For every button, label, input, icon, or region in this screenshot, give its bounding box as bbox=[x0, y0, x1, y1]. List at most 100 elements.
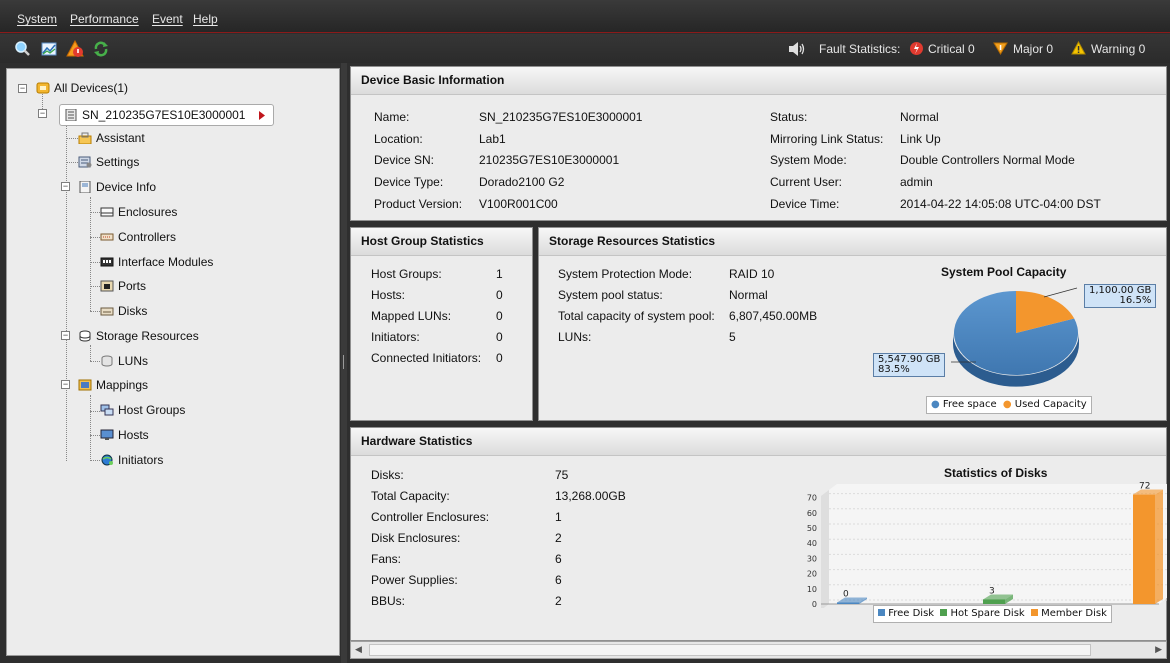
expander-storage-resources[interactable]: − bbox=[61, 331, 70, 340]
mapped-luns-label: Mapped LUNs: bbox=[371, 309, 452, 323]
tree-item-controllers[interactable]: Controllers bbox=[100, 227, 176, 247]
refresh-icon[interactable] bbox=[92, 40, 110, 58]
disks-value: 75 bbox=[555, 468, 569, 482]
search-icon[interactable] bbox=[14, 40, 32, 58]
tree-item-disks[interactable]: Disks bbox=[100, 301, 147, 321]
tree-item-settings[interactable]: Settings bbox=[78, 152, 139, 172]
fans-value: 6 bbox=[555, 552, 562, 566]
storage-resources-statistics-title: Storage Resources Statistics bbox=[539, 228, 1166, 256]
storage-resources-statistics-panel: Storage Resources Statistics System Prot… bbox=[538, 227, 1167, 421]
tree-item-enclosures[interactable]: Enclosures bbox=[100, 202, 177, 222]
device-type-value: Dorado2100 G2 bbox=[479, 175, 565, 189]
host-group-statistics-title: Host Group Statistics bbox=[351, 228, 532, 256]
current-user-value: admin bbox=[900, 175, 933, 189]
status-label: Status: bbox=[770, 110, 808, 124]
total-capacity-label: Total Capacity: bbox=[371, 489, 450, 503]
bar-side bbox=[1155, 489, 1163, 604]
major-count[interactable]: Major 0 bbox=[1013, 42, 1053, 56]
device-info-icon bbox=[79, 181, 91, 193]
status-value: Normal bbox=[900, 110, 939, 124]
total-capacity-value: 13,268.00GB bbox=[555, 489, 626, 503]
critical-count[interactable]: Critical 0 bbox=[928, 42, 975, 56]
settings-icon bbox=[78, 156, 92, 168]
disks-label: Disks: bbox=[371, 468, 404, 482]
y-tick-label: 20 bbox=[807, 570, 817, 579]
bar-hot-spare-disk[interactable] bbox=[983, 599, 1005, 604]
scroll-right-arrow-icon[interactable]: ▶ bbox=[1155, 644, 1162, 655]
expander-root[interactable]: − bbox=[18, 84, 27, 93]
tree-item-device-info[interactable]: Device Info bbox=[78, 177, 156, 197]
assistant-icon bbox=[78, 132, 92, 144]
tree-label: Ports bbox=[118, 279, 147, 293]
storage-device-icon bbox=[65, 109, 77, 121]
tree-label: Hosts bbox=[118, 428, 149, 442]
free-disk-legend-label: Free Disk bbox=[888, 608, 935, 619]
disk-statistics-bar-chart: 0 10 20 30 40 50 60 70 0 3 72 bbox=[807, 482, 1167, 608]
device-sn-label: Device SN: bbox=[374, 153, 435, 167]
menu-event[interactable]: Event bbox=[152, 12, 183, 26]
host-icon bbox=[100, 429, 114, 440]
tree-item-mappings[interactable]: Mappings bbox=[78, 375, 148, 395]
mirroring-link-status-value: Link Up bbox=[900, 132, 941, 146]
tree-label: Settings bbox=[96, 155, 140, 169]
tree-label: Storage Resources bbox=[96, 329, 199, 343]
expander-device[interactable]: − bbox=[38, 109, 47, 118]
controller-enclosures-value: 1 bbox=[555, 510, 562, 524]
menu-bar: System Performance Event Help bbox=[0, 0, 1170, 33]
alarm-icon[interactable] bbox=[66, 40, 84, 58]
bar-free-disk[interactable] bbox=[837, 602, 859, 605]
chart-side-wall bbox=[821, 490, 829, 608]
disk-icon bbox=[100, 307, 114, 316]
hosts-label: Hosts: bbox=[371, 288, 406, 302]
tree-item-ports[interactable]: Ports bbox=[100, 276, 146, 296]
total-capacity-pool-value: 6,807,450.00MB bbox=[729, 309, 818, 323]
speaker-icon[interactable] bbox=[787, 41, 807, 57]
expander-device-info[interactable]: − bbox=[61, 182, 70, 191]
system-mode-value: Double Controllers Normal Mode bbox=[900, 153, 1075, 167]
scroll-left-arrow-icon[interactable]: ◀ bbox=[355, 644, 362, 655]
tree-item-device[interactable]: SN_210235G7ES10E3000001 bbox=[64, 105, 245, 125]
device-basic-info-title: Device Basic Information bbox=[351, 67, 1166, 95]
fault-statistics-label: Fault Statistics: bbox=[819, 42, 901, 56]
device-menu-arrow-icon[interactable] bbox=[258, 111, 266, 120]
performance-chart-icon[interactable] bbox=[40, 40, 58, 58]
used-capacity-legend-label: Used Capacity bbox=[1014, 399, 1087, 410]
mirroring-link-status-label: Mirroring Link Status: bbox=[770, 132, 884, 146]
disk-enclosures-label: Disk Enclosures: bbox=[371, 531, 461, 545]
tree-item-all-devices[interactable]: All Devices(1) bbox=[36, 78, 128, 98]
protection-mode-value: RAID 10 bbox=[729, 267, 775, 281]
tree-item-hosts[interactable]: Hosts bbox=[100, 425, 149, 445]
lun-icon bbox=[101, 355, 113, 367]
tree-item-assistant[interactable]: Assistant bbox=[78, 128, 145, 148]
storage-resources-icon bbox=[79, 330, 91, 342]
luns-value: 5 bbox=[729, 330, 736, 344]
panel-splitter[interactable] bbox=[341, 63, 347, 663]
protection-mode-label: System Protection Mode: bbox=[558, 267, 693, 281]
menu-help[interactable]: Help bbox=[193, 12, 218, 26]
expander-mappings[interactable]: − bbox=[61, 380, 70, 389]
hot-spare-legend-label: Hot Spare Disk bbox=[950, 608, 1025, 619]
tree-item-luns[interactable]: LUNs bbox=[100, 351, 148, 371]
tree-item-storage-resources[interactable]: Storage Resources bbox=[78, 326, 199, 346]
luns-label: LUNs: bbox=[558, 330, 592, 344]
tree-item-initiators[interactable]: Initiators bbox=[100, 450, 163, 470]
horizontal-scrollbar[interactable]: ◀ ▶ bbox=[350, 641, 1167, 659]
warning-count[interactable]: Warning 0 bbox=[1091, 42, 1145, 56]
host-group-icon bbox=[100, 404, 114, 416]
tree-item-host-groups[interactable]: Host Groups bbox=[100, 400, 185, 420]
menu-system[interactable]: System bbox=[17, 12, 57, 26]
bbus-label: BBUs: bbox=[371, 594, 406, 608]
member-disk-legend-swatch bbox=[1030, 609, 1038, 616]
initiators-value: 0 bbox=[496, 330, 503, 344]
controller-icon bbox=[100, 233, 114, 241]
bar-value-label: 3 bbox=[989, 586, 995, 596]
tree-label: Assistant bbox=[96, 131, 145, 145]
bar-value-label: 0 bbox=[843, 590, 849, 600]
bar-member-disk[interactable] bbox=[1133, 494, 1155, 604]
hardware-statistics-title: Hardware Statistics bbox=[351, 428, 1166, 456]
menu-performance[interactable]: Performance bbox=[70, 12, 139, 26]
tree-label: Interface Modules bbox=[118, 255, 214, 269]
tree-item-interface-modules[interactable]: Interface Modules bbox=[100, 252, 213, 272]
scrollbar-thumb[interactable] bbox=[369, 644, 1091, 656]
free-space-legend-dot: ● bbox=[931, 399, 940, 410]
